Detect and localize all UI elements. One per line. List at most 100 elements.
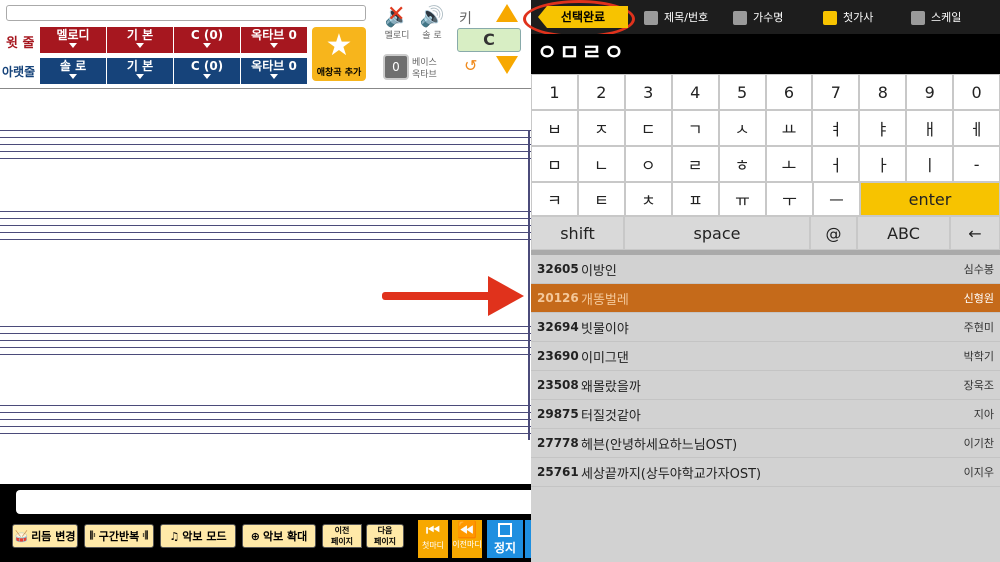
key-1[interactable]: 1 bbox=[531, 74, 578, 110]
prev-bar-button[interactable]: ⏪ 이전마디 bbox=[452, 520, 482, 558]
rhythm-change-button[interactable]: 🥁 리듬 변경 bbox=[12, 524, 78, 548]
key-u[interactable]: ㅜ bbox=[766, 182, 813, 216]
reset-key-icon[interactable]: ↺ bbox=[464, 56, 477, 75]
key-m[interactable]: ㅁ bbox=[531, 146, 578, 182]
score-zoom-button[interactable]: ⊕ 악보 확대 bbox=[242, 524, 316, 548]
keyboard-row-2: ㅂ ㅈ ㄷ ㄱ ㅅ ㅛ ㅕ ㅑ ㅐ ㅔ bbox=[531, 110, 1000, 146]
key-e[interactable]: ㅔ bbox=[953, 110, 1000, 146]
key-2[interactable]: 2 bbox=[577, 74, 625, 110]
arrow-annotation-head bbox=[488, 276, 524, 316]
search-input[interactable]: ㅇㅁㄹㅇ bbox=[531, 34, 1000, 74]
filter-title-number[interactable]: 제목/번호 bbox=[644, 9, 708, 25]
octave-label: 옥타브 bbox=[412, 70, 437, 80]
key-a[interactable]: ㅏ bbox=[859, 146, 907, 182]
key-n[interactable]: ㄴ bbox=[577, 146, 625, 182]
lower-style-select[interactable]: 기 본 bbox=[107, 58, 174, 84]
key-i[interactable]: ㅣ bbox=[906, 146, 954, 182]
repeat-end-icon: 𝄇 bbox=[142, 529, 148, 542]
lower-track-tabs: 솔 로 기 본 C (0) 옥타브 0 bbox=[40, 58, 308, 84]
prev-page-button[interactable]: 이전 페이지 bbox=[322, 524, 362, 548]
key-k[interactable]: ㅋ bbox=[531, 182, 578, 216]
first-bar-button[interactable]: ⏮ 첫마디 bbox=[418, 520, 448, 558]
space-key[interactable]: space bbox=[624, 216, 810, 250]
staff-4 bbox=[0, 405, 531, 440]
key-j[interactable]: ㅈ bbox=[577, 110, 625, 146]
key-r[interactable]: ㄹ bbox=[671, 146, 719, 182]
song-row[interactable]: 27778 헤븐(안녕하세요하느님OST) 이기찬 bbox=[531, 429, 1000, 458]
staff-2 bbox=[0, 211, 531, 246]
keyboard-row-3: ㅁ ㄴ ㅇ ㄹ ㅎ ㅗ ㅓ ㅏ ㅣ - bbox=[531, 146, 1000, 182]
speaker-muted-icon: 🔈 ✕ bbox=[384, 2, 410, 28]
checkbox-icon bbox=[733, 11, 747, 25]
upper-key-select[interactable]: C (0) bbox=[174, 27, 241, 53]
key-ch[interactable]: ㅊ bbox=[625, 182, 672, 216]
abc-key[interactable]: ABC bbox=[857, 216, 950, 250]
backspace-key[interactable]: ← bbox=[950, 216, 1000, 250]
lower-instrument-select[interactable]: 솔 로 bbox=[40, 58, 107, 84]
filter-first-lyrics[interactable]: 첫가사 bbox=[823, 9, 873, 25]
enter-key[interactable]: enter bbox=[860, 182, 1000, 216]
bass-octave-value[interactable]: 0 bbox=[383, 54, 409, 80]
song-row[interactable]: 25761 세상끝까지(상두야학교가자OST) 이지우 bbox=[531, 458, 1000, 487]
key-yeo[interactable]: ㅕ bbox=[812, 110, 860, 146]
key-5[interactable]: 5 bbox=[718, 74, 766, 110]
key-o[interactable]: ㅗ bbox=[765, 146, 813, 182]
key-g[interactable]: ㄱ bbox=[671, 110, 719, 146]
key-ae[interactable]: ㅐ bbox=[906, 110, 954, 146]
key-yo[interactable]: ㅛ bbox=[765, 110, 813, 146]
upper-octave-select[interactable]: 옥타브 0 bbox=[241, 27, 308, 53]
key-yu[interactable]: ㅠ bbox=[719, 182, 766, 216]
at-key[interactable]: @ bbox=[810, 216, 857, 250]
next-page-button[interactable]: 다음 페이지 bbox=[366, 524, 404, 548]
done-button[interactable]: 선택완료 bbox=[538, 6, 628, 28]
key-s[interactable]: ㅅ bbox=[718, 110, 766, 146]
upper-track-tabs: 멜로디 기 본 C (0) 옥타브 0 bbox=[40, 27, 308, 53]
key-8[interactable]: 8 bbox=[859, 74, 907, 110]
key-0[interactable]: 0 bbox=[953, 74, 1000, 110]
lower-key-select[interactable]: C (0) bbox=[174, 58, 241, 84]
keyboard-row-numbers: 1 2 3 4 5 6 7 8 9 0 bbox=[531, 74, 1000, 110]
section-repeat-button[interactable]: 𝄆 구간반복 𝄇 bbox=[84, 524, 154, 548]
speaker-icon: 🔊 bbox=[419, 4, 445, 28]
key-h[interactable]: ㅎ bbox=[718, 146, 766, 182]
key-ya[interactable]: ㅑ bbox=[859, 110, 907, 146]
song-row[interactable]: 23690 이미그댄 박학기 bbox=[531, 342, 1000, 371]
key-down-icon[interactable] bbox=[496, 56, 518, 74]
upper-instrument-select[interactable]: 멜로디 bbox=[40, 27, 107, 53]
score-mode-button[interactable]: ♫ 악보 모드 bbox=[160, 524, 236, 548]
upper-style-select[interactable]: 기 본 bbox=[107, 27, 174, 53]
key-ng[interactable]: ㅇ bbox=[624, 146, 672, 182]
key-p[interactable]: ㅍ bbox=[672, 182, 719, 216]
stop-button[interactable]: 정지 bbox=[487, 520, 523, 558]
filter-singer[interactable]: 가수명 bbox=[733, 9, 783, 25]
song-row[interactable]: 23508 왜몰랐을까 장욱조 bbox=[531, 371, 1000, 400]
key-9[interactable]: 9 bbox=[906, 74, 954, 110]
add-favorite-button[interactable]: ★ 애창곡 추가 bbox=[312, 27, 366, 81]
key-up-icon[interactable] bbox=[496, 4, 518, 22]
key-4[interactable]: 4 bbox=[671, 74, 719, 110]
key-eo[interactable]: ㅓ bbox=[812, 146, 860, 182]
song-row[interactable]: 32694 빗물이야 주현미 bbox=[531, 313, 1000, 342]
shift-key[interactable]: shift bbox=[531, 216, 624, 250]
checkbox-icon bbox=[911, 11, 925, 25]
key-6[interactable]: 6 bbox=[765, 74, 813, 110]
score-panel: 윗 줄 아랫줄 멜로디 기 본 C (0) 옥타브 0 솔 로 기 본 C (0… bbox=[0, 0, 531, 562]
song-row-selected[interactable]: 20126 개똥벌레 신형원 bbox=[531, 284, 1000, 313]
key-eu[interactable]: ㅡ bbox=[813, 182, 860, 216]
melody-mute-button[interactable]: 🔈 ✕ 멜로디 bbox=[383, 2, 411, 41]
key-3[interactable]: 3 bbox=[624, 74, 672, 110]
barline bbox=[528, 130, 530, 440]
key-value-display: C bbox=[457, 28, 521, 52]
key-b[interactable]: ㅂ bbox=[531, 110, 578, 146]
key-d[interactable]: ㄷ bbox=[624, 110, 672, 146]
filter-scale[interactable]: 스케일 bbox=[911, 9, 961, 25]
song-title-field[interactable] bbox=[6, 5, 366, 21]
lower-octave-select[interactable]: 옥타브 0 bbox=[241, 58, 308, 84]
key-dash[interactable]: - bbox=[953, 146, 1000, 182]
song-row[interactable]: 29875 터질것같아 지아 bbox=[531, 400, 1000, 429]
song-row[interactable]: 32605 이방인 심수봉 bbox=[531, 255, 1000, 284]
key-7[interactable]: 7 bbox=[812, 74, 860, 110]
key-t[interactable]: ㅌ bbox=[578, 182, 625, 216]
solo-button[interactable]: 🔊 솔 로 bbox=[418, 4, 446, 41]
zoom-in-icon: ⊕ bbox=[250, 529, 260, 543]
